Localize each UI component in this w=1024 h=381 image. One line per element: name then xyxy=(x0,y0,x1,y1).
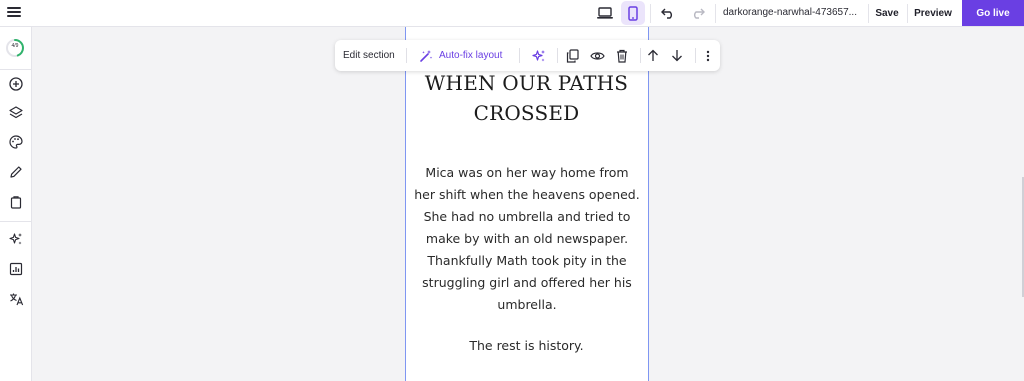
arrow-down-icon xyxy=(672,50,682,62)
ai-assist-button[interactable] xyxy=(529,45,549,66)
auto-fix-layout-label: Auto-fix layout xyxy=(439,50,503,61)
visibility-button[interactable] xyxy=(587,45,607,66)
sidebar-item-theme[interactable] xyxy=(4,131,28,153)
toolbar-divider xyxy=(406,48,407,63)
translate-icon xyxy=(9,293,23,306)
go-live-button[interactable]: Go live xyxy=(962,0,1024,26)
divider xyxy=(650,4,651,23)
sidebar-divider xyxy=(0,69,32,70)
divider xyxy=(715,4,716,23)
sidebar-item-ai[interactable] xyxy=(4,228,28,250)
redo-icon xyxy=(694,8,705,19)
heading-line-2: CROSSED xyxy=(473,101,580,125)
undo-button[interactable] xyxy=(656,0,680,26)
move-down-button[interactable] xyxy=(667,45,687,66)
desktop-view-button[interactable] xyxy=(592,0,618,26)
palette-icon xyxy=(9,135,23,149)
sidebar-item-add[interactable] xyxy=(4,73,28,95)
top-bar: darkorange-narwhal-473657... Save Previe… xyxy=(0,0,1024,27)
redo-button[interactable] xyxy=(686,0,710,26)
sidebar-item-translate[interactable] xyxy=(4,288,28,310)
section-heading[interactable]: WHEN OUR PATHS CROSSED xyxy=(406,68,647,128)
analytics-icon xyxy=(9,262,23,276)
left-sidebar: 4/9 xyxy=(0,27,32,381)
undo-icon xyxy=(661,8,672,19)
save-button[interactable]: Save xyxy=(870,0,904,26)
editor-canvas: WHEN OUR PATHS CROSSED Mica was on her w… xyxy=(33,27,1024,381)
mobile-icon xyxy=(628,5,638,21)
sparkles-icon xyxy=(532,49,545,61)
layers-icon xyxy=(9,106,23,119)
toolbar-divider xyxy=(695,48,696,63)
mobile-view-button[interactable] xyxy=(621,1,645,25)
sidebar-item-analytics[interactable] xyxy=(4,258,28,280)
toolbar-divider xyxy=(557,48,558,63)
move-up-button[interactable] xyxy=(643,45,663,66)
laptop-icon xyxy=(597,7,613,19)
site-name[interactable]: darkorange-narwhal-473657... xyxy=(723,7,857,18)
ending-paragraph[interactable]: The rest is history. xyxy=(406,338,647,353)
story-paragraph[interactable]: Mica was on her way home from her shift … xyxy=(414,162,640,316)
menu-icon[interactable] xyxy=(7,5,21,19)
divider xyxy=(868,4,869,23)
more-options-button[interactable] xyxy=(698,45,718,66)
toolbar-divider xyxy=(640,48,641,63)
more-vertical-icon xyxy=(706,50,710,61)
sidebar-divider xyxy=(0,221,32,222)
divider xyxy=(907,4,908,23)
clipboard-icon xyxy=(10,196,22,209)
delete-button[interactable] xyxy=(612,45,632,66)
trash-icon xyxy=(617,49,627,63)
duplicate-button[interactable] xyxy=(562,45,582,66)
heading-line-1: WHEN OUR PATHS xyxy=(424,71,629,95)
preview-button[interactable]: Preview xyxy=(910,0,956,26)
progress-label: 4/9 xyxy=(11,43,19,49)
eye-icon xyxy=(589,51,605,60)
toolbar-divider xyxy=(519,48,520,63)
sidebar-item-layers[interactable] xyxy=(4,102,28,124)
auto-fix-layout-button[interactable]: Auto-fix layout xyxy=(419,40,502,71)
add-icon xyxy=(9,77,23,91)
copy-icon xyxy=(566,48,579,63)
sparkles-icon xyxy=(9,233,22,245)
section-toolbar: Edit section Auto-fix layout xyxy=(335,40,720,71)
mobile-page-preview[interactable]: WHEN OUR PATHS CROSSED Mica was on her w… xyxy=(405,27,649,381)
pencil-icon xyxy=(10,166,22,178)
sidebar-item-edit[interactable] xyxy=(4,161,28,183)
sidebar-item-store[interactable] xyxy=(4,191,28,213)
arrow-up-icon xyxy=(648,49,658,61)
edit-section-button[interactable]: Edit section xyxy=(343,40,395,71)
magic-wand-icon xyxy=(420,49,433,62)
